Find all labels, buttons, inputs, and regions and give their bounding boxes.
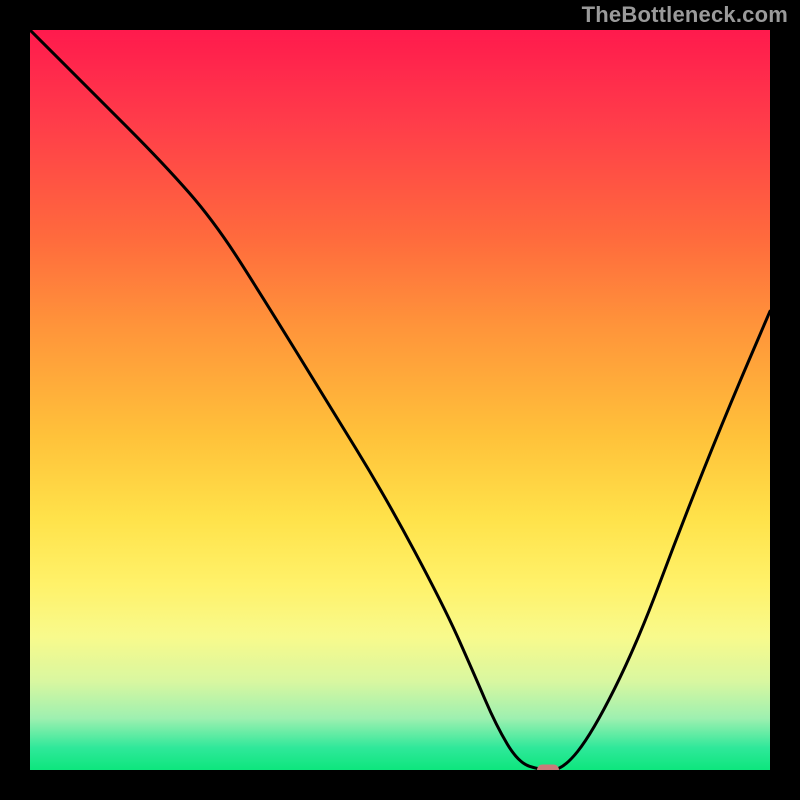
curve-svg — [30, 30, 770, 770]
watermark-label: TheBottleneck.com — [582, 2, 788, 28]
chart-frame: TheBottleneck.com — [0, 0, 800, 800]
plot-area — [30, 30, 770, 770]
bottleneck-curve — [30, 30, 770, 770]
optimum-marker — [537, 765, 559, 771]
